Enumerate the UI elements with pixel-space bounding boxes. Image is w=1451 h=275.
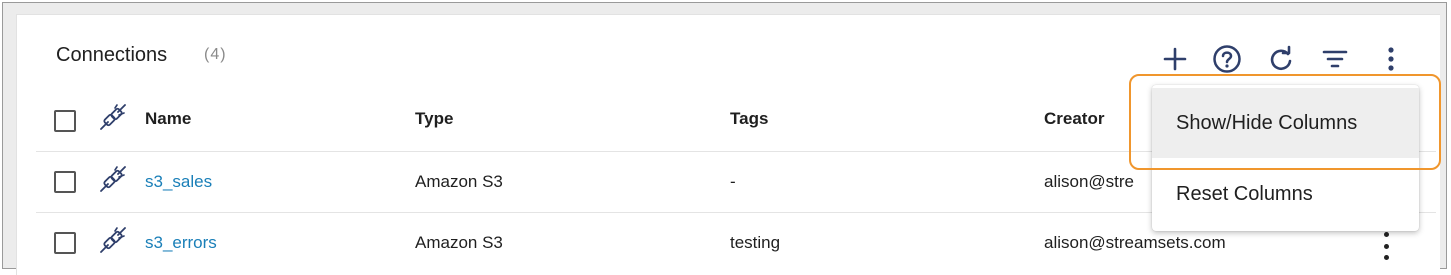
column-header-creator[interactable]: Creator [1044, 109, 1104, 129]
help-icon[interactable] [1212, 44, 1242, 74]
connection-name-link[interactable]: s3_errors [145, 233, 217, 253]
connection-creator: alison@stre [1044, 172, 1135, 191]
page-title: Connections [56, 44, 168, 66]
connection-tags: testing [730, 233, 781, 252]
column-header-name[interactable]: Name [145, 109, 191, 129]
connection-icon [98, 104, 128, 132]
row-more-icon[interactable] [1378, 232, 1394, 260]
connection-icon [98, 227, 128, 255]
connection-type: Amazon S3 [415, 172, 503, 191]
connection-tags: - [730, 172, 736, 191]
refresh-icon[interactable] [1266, 44, 1296, 74]
more-vert-icon[interactable] [1376, 44, 1406, 74]
connection-count: (4) [204, 46, 227, 63]
connection-name-link[interactable]: s3_sales [145, 172, 212, 192]
column-header-tags[interactable]: Tags [730, 109, 768, 129]
column-header-type[interactable]: Type [415, 109, 453, 129]
select-all-checkbox[interactable] [54, 110, 76, 132]
connection-creator: alison@streamsets.com [1044, 233, 1226, 252]
row-checkbox[interactable] [54, 171, 76, 193]
connection-type: Amazon S3 [415, 233, 503, 252]
filter-icon[interactable] [1320, 44, 1350, 74]
connection-icon [98, 166, 128, 194]
add-icon[interactable] [1160, 44, 1190, 74]
row-checkbox[interactable] [54, 232, 76, 254]
callout-highlight [1129, 74, 1441, 170]
